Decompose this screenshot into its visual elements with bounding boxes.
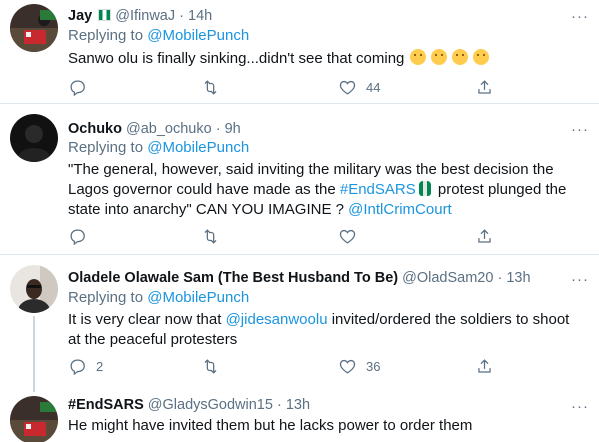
- reply-icon: [70, 229, 85, 246]
- tweet-header: Jay @IfinwaJ · 14h: [68, 7, 212, 25]
- separator: ·: [215, 121, 221, 137]
- user-handle[interactable]: @OladSam20: [402, 270, 493, 286]
- thinking-face-emoji-icon: [430, 49, 447, 65]
- replying-to-link[interactable]: @MobilePunch: [147, 289, 249, 306]
- replying-prefix: Replying to: [68, 289, 144, 306]
- tweet-1[interactable]: Jay @IfinwaJ · 14h ··· Replying to @Mobi…: [0, 0, 599, 100]
- more-options-icon[interactable]: ···: [571, 122, 589, 137]
- tweet-header: Ochuko @ab_ochuko · 9h: [68, 120, 241, 138]
- user-handle[interactable]: @IfinwaJ: [115, 8, 175, 24]
- user-handle[interactable]: @GladysGodwin15: [148, 397, 273, 413]
- endsars-fist-icon: [418, 181, 431, 196]
- heart-icon: [339, 229, 356, 244]
- tweet-text-content: Sanwo olu is finally sinking...didn't se…: [68, 50, 405, 67]
- reply-icon: [70, 80, 85, 97]
- timestamp[interactable]: 13h: [286, 397, 310, 413]
- timestamp[interactable]: 13h: [506, 270, 530, 286]
- retweet-icon: [204, 359, 217, 374]
- replying-prefix: Replying to: [68, 27, 144, 44]
- reply-button[interactable]: [68, 78, 87, 97]
- more-options-icon[interactable]: ···: [571, 399, 589, 414]
- retweet-button[interactable]: [201, 78, 220, 97]
- tweet-text-part1: It is very clear now that: [68, 311, 222, 328]
- more-options-icon[interactable]: ···: [571, 272, 589, 287]
- tweet-4[interactable]: #EndSARS @GladysGodwin15 · 13h ··· He mi…: [0, 390, 599, 442]
- like-count: 44: [366, 80, 381, 95]
- separator: ·: [179, 8, 184, 24]
- display-name[interactable]: Oladele Olawale Sam (The Best Husband To…: [68, 270, 398, 286]
- tweet-text: It is very clear now that @jidesanwoolu …: [68, 310, 578, 350]
- replying-to: Replying to @MobilePunch: [68, 26, 249, 46]
- like-button[interactable]: 36: [338, 357, 380, 376]
- reply-count: 2: [96, 359, 104, 374]
- avatar[interactable]: [10, 265, 58, 313]
- tweet-header: #EndSARS @GladysGodwin15 · 13h: [68, 396, 310, 414]
- replying-to-link[interactable]: @MobilePunch: [147, 139, 249, 156]
- tweet-3[interactable]: Oladele Olawale Sam (The Best Husband To…: [0, 255, 599, 385]
- thinking-face-emoji-icon: [451, 49, 468, 65]
- retweet-button[interactable]: [201, 227, 220, 246]
- reply-button[interactable]: [68, 227, 87, 246]
- share-button[interactable]: [475, 78, 494, 97]
- display-name[interactable]: #EndSARS: [68, 397, 144, 413]
- separator: ·: [497, 270, 503, 286]
- separator: ·: [276, 397, 282, 413]
- retweet-icon: [204, 229, 217, 244]
- hashtag-link[interactable]: #EndSARS: [340, 181, 416, 198]
- user-handle[interactable]: @ab_ochuko: [126, 121, 212, 137]
- more-options-icon[interactable]: ···: [571, 9, 589, 24]
- tweet-text: "The general, however, said inviting the…: [68, 160, 578, 220]
- tweet-text: He might have invited them but he lacks …: [68, 416, 578, 436]
- avatar[interactable]: [10, 4, 58, 52]
- replying-to-link[interactable]: @MobilePunch: [147, 27, 249, 44]
- like-count: 36: [366, 359, 381, 374]
- share-button[interactable]: [475, 227, 494, 246]
- display-name[interactable]: Ochuko: [68, 121, 122, 137]
- share-icon: [478, 359, 491, 373]
- share-button[interactable]: [475, 357, 494, 376]
- replying-prefix: Replying to: [68, 139, 144, 156]
- mention-link[interactable]: @jidesanwoolu: [226, 311, 328, 328]
- timestamp[interactable]: 14h: [188, 8, 212, 24]
- like-button[interactable]: 44: [338, 78, 380, 97]
- replying-to: Replying to @MobilePunch: [68, 288, 249, 308]
- retweet-icon: [204, 80, 217, 95]
- display-name[interactable]: Jay: [68, 8, 92, 24]
- nigeria-flag-icon: [98, 9, 112, 21]
- replying-to: Replying to @MobilePunch: [68, 138, 249, 158]
- tweet-2[interactable]: Ochuko @ab_ochuko · 9h ··· Replying to @…: [0, 104, 599, 254]
- thinking-face-emoji-icon: [473, 49, 490, 65]
- tweet-text-content: He might have invited them but he lacks …: [68, 417, 473, 434]
- share-icon: [478, 80, 491, 94]
- reply-icon: [70, 359, 85, 376]
- heart-icon: [339, 80, 356, 95]
- avatar[interactable]: [10, 114, 58, 162]
- avatar[interactable]: [10, 396, 58, 442]
- mention-link[interactable]: @IntlCrimCourt: [348, 201, 452, 218]
- tweet-header: Oladele Olawale Sam (The Best Husband To…: [68, 269, 531, 287]
- like-button[interactable]: [338, 227, 357, 246]
- share-icon: [478, 229, 491, 243]
- thinking-face-emoji-icon: [409, 49, 426, 65]
- timestamp[interactable]: 9h: [225, 121, 241, 137]
- tweet-text: Sanwo olu is finally sinking...didn't se…: [68, 49, 578, 69]
- reply-button[interactable]: 2: [68, 357, 103, 376]
- retweet-button[interactable]: [201, 357, 220, 376]
- heart-icon: [339, 359, 356, 374]
